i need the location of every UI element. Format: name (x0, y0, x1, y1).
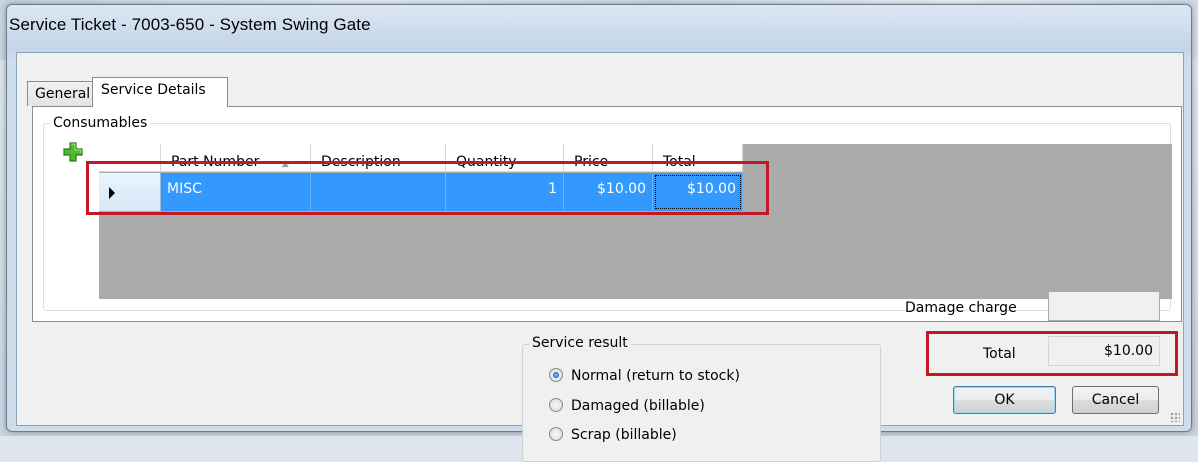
service-result-legend: Service result (529, 334, 631, 352)
tab-service-details-label: Service Details (101, 82, 206, 98)
damage-charge-field[interactable] (1048, 291, 1160, 321)
total-field: $10.00 (1048, 336, 1160, 366)
window-title: Service Ticket - 7003-650 - System Swing… (9, 15, 371, 34)
title-bar[interactable]: Service Ticket - 7003-650 - System Swing… (9, 5, 1179, 45)
ok-button[interactable]: OK (953, 386, 1056, 414)
resize-grip-icon[interactable] (1170, 412, 1180, 422)
radio-scrap-button[interactable] (549, 427, 563, 441)
service-ticket-window: Service Ticket - 7003-650 - System Swing… (6, 4, 1192, 462)
add-icon[interactable] (62, 141, 84, 163)
tab-service-details[interactable]: Service Details (92, 77, 228, 107)
total-label: Total (983, 346, 1016, 362)
radio-damaged-label: Damaged (billable) (571, 398, 705, 414)
consumables-group: Consumables Part Number ▲ Description Qu… (43, 114, 1172, 311)
tab-general-label: General (35, 86, 91, 102)
highlight-box-row (86, 161, 769, 215)
tab-general[interactable]: General (27, 81, 93, 106)
consumables-legend: Consumables (50, 114, 151, 132)
radio-damaged-button[interactable] (549, 398, 563, 412)
cancel-button[interactable]: Cancel (1072, 386, 1159, 414)
radio-normal-label: Normal (return to stock) (571, 368, 740, 384)
radio-scrap-label: Scrap (billable) (571, 427, 677, 443)
dialog-client-area: General Service Details Consumables Part… (16, 52, 1184, 462)
service-result-group: Service result Normal (return to stock) … (522, 334, 881, 462)
radio-normal-button[interactable] (549, 368, 563, 382)
damage-charge-label: Damage charge (905, 300, 1017, 316)
